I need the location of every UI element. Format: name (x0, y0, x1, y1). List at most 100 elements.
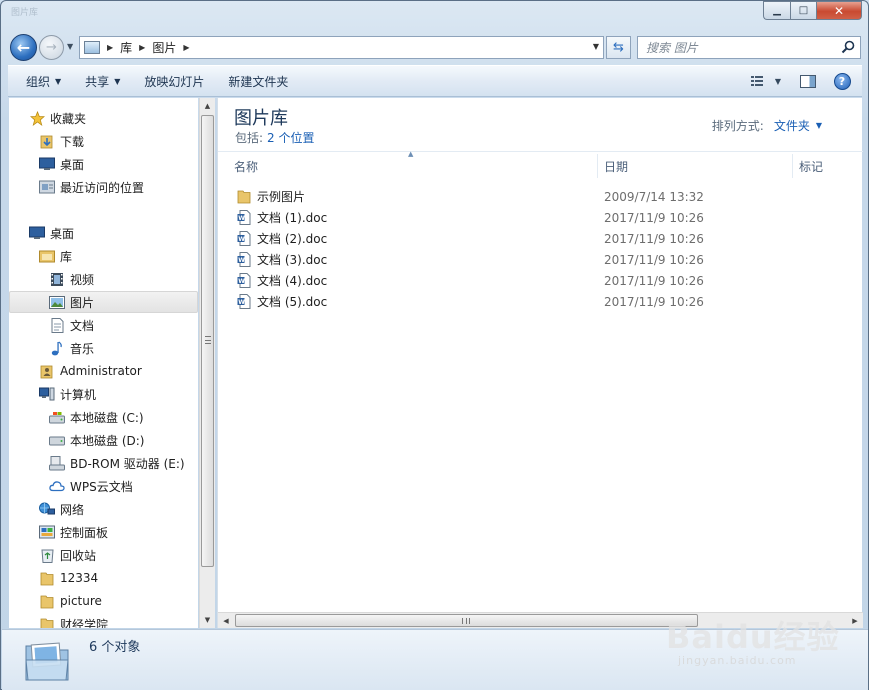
file-name-cell: 示例图片 (218, 188, 598, 205)
file-date: 2017/11/9 10:26 (604, 294, 704, 309)
close-button[interactable]: ✕ (816, 1, 862, 20)
pictures-library-large-icon (25, 642, 69, 681)
nav-wps-cloud[interactable]: WPS云文档 (9, 475, 198, 497)
nav-drive-c[interactable]: 本地磁盘 (C:) (9, 406, 198, 428)
folder-icon (39, 570, 55, 586)
help-button[interactable]: ? (828, 70, 856, 92)
folder-icon (39, 616, 55, 628)
column-header-date[interactable]: 日期 (598, 154, 793, 178)
recent-pages-dropdown[interactable]: ▼ (67, 42, 73, 51)
nav-desktop-favorite[interactable]: 桌面 (9, 153, 198, 175)
scroll-right-arrow-icon[interactable]: ▶ (847, 613, 863, 628)
forward-button[interactable]: → (39, 35, 64, 60)
file-row[interactable]: W 文档 (2).doc 2017/11/9 10:26 (218, 228, 863, 249)
file-row[interactable]: W 文档 (3).doc 2017/11/9 10:26 (218, 249, 863, 270)
forward-arrow-icon: → (46, 40, 57, 55)
system-drive-icon (49, 409, 65, 425)
star-icon (29, 110, 45, 126)
nav-computer[interactable]: 计算机 (9, 383, 198, 405)
file-name-cell: W 文档 (3).doc (218, 251, 598, 268)
column-header-name[interactable]: ▲ 名称 (218, 150, 598, 178)
back-button[interactable]: ← (10, 34, 37, 61)
nav-recent-places[interactable]: 最近访问的位置 (9, 176, 198, 198)
pictures-library-icon (84, 41, 100, 54)
nav-folder-picture[interactable]: picture (9, 590, 198, 612)
nav-wps-cloud-label: WPS云文档 (70, 479, 133, 494)
column-header-row: ▲ 名称 日期 标记 (218, 150, 863, 178)
recycle-bin-icon (39, 547, 55, 563)
search-icon[interactable] (841, 40, 855, 54)
breadcrumb-chevron-icon[interactable]: ▶ (183, 43, 189, 52)
search-input[interactable] (638, 37, 828, 58)
column-header-tags[interactable]: 标记 (793, 154, 863, 178)
file-row[interactable]: 示例图片 2009/7/14 13:32 (218, 186, 863, 207)
nav-administrator[interactable]: Administrator (9, 360, 198, 382)
column-header-date-label: 日期 (604, 159, 629, 174)
nav-recycle-bin[interactable]: 回收站 (9, 544, 198, 566)
nav-drive-d-label: 本地磁盘 (D:) (70, 433, 145, 448)
file-row[interactable]: W 文档 (4).doc 2017/11/9 10:26 (218, 270, 863, 291)
view-dropdown-icon[interactable]: ▼ (775, 77, 781, 86)
desktop-icon (39, 156, 55, 172)
nav-videos-label: 视频 (70, 272, 95, 287)
breadcrumb-pictures[interactable]: 图片 (152, 39, 176, 56)
address-bar[interactable]: ▶ 库 ▶ 图片 ▶ ▼ (79, 36, 604, 59)
recent-places-icon (39, 179, 55, 195)
nav-folder-finance[interactable]: 财经学院 (9, 613, 198, 628)
arrange-dropdown[interactable]: 文件夹 ▼ (774, 117, 822, 134)
library-includes: 包括: 2 个位置 (235, 129, 315, 146)
file-name: 文档 (1).doc (257, 211, 328, 225)
nav-desktop[interactable]: 桌面 (9, 222, 198, 244)
nav-pictures[interactable]: 图片 (9, 291, 198, 313)
nav-documents[interactable]: 文档 (9, 314, 198, 336)
preview-pane-icon (800, 74, 816, 88)
breadcrumb-chevron-icon[interactable]: ▶ (139, 43, 145, 52)
nav-libraries[interactable]: 库 (9, 245, 198, 267)
scroll-left-arrow-icon[interactable]: ◀ (218, 613, 234, 628)
breadcrumb-libraries[interactable]: 库 (120, 39, 132, 56)
new-folder-button[interactable]: 新建文件夹 (219, 70, 297, 92)
address-dropdown-icon[interactable]: ▼ (593, 42, 599, 51)
word-document-icon: W (236, 252, 252, 268)
slideshow-button[interactable]: 放映幻灯片 (135, 70, 213, 92)
file-row[interactable]: W 文档 (5).doc 2017/11/9 10:26 (218, 291, 863, 312)
minimize-button[interactable]: ▁ (763, 1, 790, 20)
nav-videos[interactable]: 视频 (9, 268, 198, 290)
scroll-thumb[interactable] (201, 115, 214, 567)
nav-drive-c-label: 本地磁盘 (C:) (70, 410, 144, 425)
word-document-icon: W (236, 210, 252, 226)
includes-locations-link[interactable]: 2 个位置 (267, 131, 314, 145)
nav-music[interactable]: 音乐 (9, 337, 198, 359)
breadcrumb-chevron-icon[interactable]: ▶ (107, 43, 113, 52)
nav-drive-e[interactable]: BD-ROM 驱动器 (E:) (9, 452, 198, 474)
nav-folder-12334[interactable]: 12334 (9, 567, 198, 589)
svg-text:W: W (238, 215, 245, 222)
horizontal-scrollbar[interactable]: ◀ ▶ (218, 612, 863, 628)
libraries-folder-icon (39, 248, 55, 264)
share-button[interactable]: 共享 ▼ (76, 70, 129, 92)
nav-network-label: 网络 (60, 502, 85, 517)
refresh-button[interactable]: ⇆ (606, 36, 631, 59)
scroll-up-arrow-icon[interactable]: ▲ (200, 98, 215, 114)
nav-network[interactable]: 网络 (9, 498, 198, 520)
nav-recent-places-label: 最近访问的位置 (60, 180, 145, 195)
arrange-by: 排列方式: 文件夹 ▼ (712, 117, 822, 134)
search-box[interactable] (637, 36, 861, 59)
horizontal-scroll-thumb[interactable] (235, 614, 698, 627)
preview-pane-button[interactable] (794, 70, 822, 92)
nav-favorites[interactable]: 收藏夹 (9, 107, 198, 129)
help-icon: ? (833, 72, 851, 90)
nav-downloads[interactable]: 下载 (9, 130, 198, 152)
nav-control-panel[interactable]: 控制面板 (9, 521, 198, 543)
navigation-scrollbar[interactable]: ▲ ▼ (199, 98, 215, 628)
organize-label: 组织 (26, 74, 51, 89)
svg-text:W: W (238, 278, 245, 285)
organize-button[interactable]: 组织 ▼ (17, 70, 70, 92)
explorer-window: 图片库 ▁ □ ✕ ← → ▼ ▶ 库 ▶ 图片 ▶ ▼ ⇆ 搜索 图片 组织 … (0, 0, 869, 690)
maximize-button[interactable]: □ (790, 1, 816, 20)
file-row[interactable]: W 文档 (1).doc 2017/11/9 10:26 (218, 207, 863, 228)
change-view-button[interactable]: ▼ (748, 70, 784, 92)
scroll-down-arrow-icon[interactable]: ▼ (200, 612, 215, 628)
word-document-icon: W (236, 294, 252, 310)
nav-drive-d[interactable]: 本地磁盘 (D:) (9, 429, 198, 451)
